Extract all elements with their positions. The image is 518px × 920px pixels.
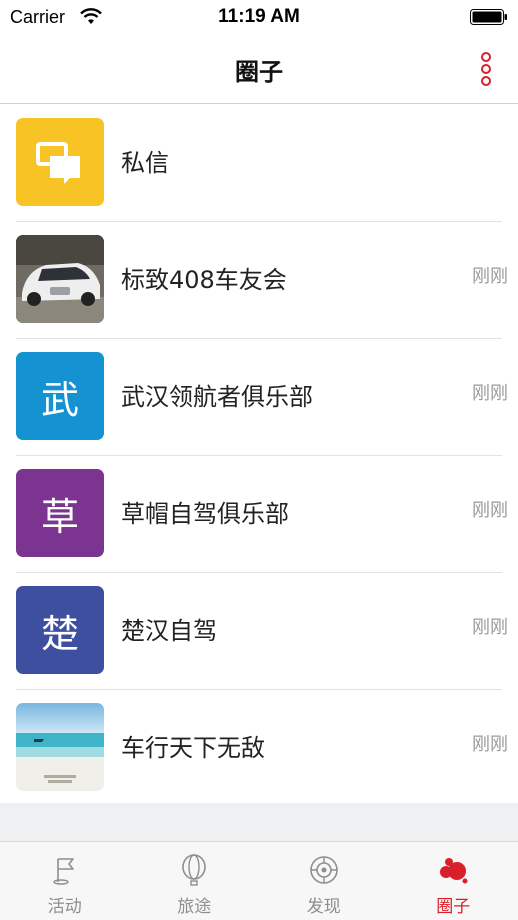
- letter-avatar: 武: [16, 352, 104, 440]
- beach-photo-avatar: [16, 703, 104, 791]
- tab-discover[interactable]: 发现: [259, 842, 389, 920]
- list-item-title: 标致408车友会: [121, 266, 287, 294]
- navigation-bar: 圈子: [0, 34, 518, 104]
- status-bar: Carrier 11:19 AM: [0, 0, 518, 34]
- list-item-time: 刚刚: [472, 266, 508, 287]
- avatar-letter: 楚: [40, 611, 79, 656]
- letter-avatar: 草: [16, 469, 104, 557]
- tab-label: 圈子: [436, 897, 471, 917]
- list-item-private-message[interactable]: 私信: [0, 105, 518, 222]
- list-item-title: 楚汉自驾: [121, 617, 217, 645]
- message-avatar: [16, 118, 104, 206]
- list-item-title: 私信: [121, 149, 169, 177]
- flag-icon: [53, 858, 74, 885]
- list-item-peugeot-408[interactable]: 标致408车友会 刚刚: [0, 222, 518, 339]
- tab-activities[interactable]: 活动: [0, 842, 130, 920]
- list-item-invincible-drive[interactable]: 车行天下无敌 刚刚: [0, 690, 518, 807]
- tab-label: 旅途: [177, 897, 212, 917]
- car-photo-avatar: [16, 235, 104, 323]
- list-item-title: 车行天下无敌: [121, 734, 265, 762]
- tab-label: 活动: [47, 897, 82, 917]
- list-item-chuhan-drive[interactable]: 楚 楚汉自驾 刚刚: [0, 573, 518, 690]
- list-item-time: 刚刚: [472, 500, 508, 521]
- balloon-icon: [182, 854, 207, 886]
- page-title: 圈子: [235, 58, 283, 86]
- avatar-letter: 武: [40, 377, 79, 422]
- circle-list: 私信 标致408车友会 刚刚 武 武汉领航者俱乐部 刚刚 草 草帽自驾俱乐部 刚…: [0, 105, 518, 807]
- status-time: 11:19 AM: [218, 6, 300, 27]
- list-footer-spacer: [0, 803, 518, 841]
- tab-journey[interactable]: 旅途: [130, 842, 260, 920]
- list-item-caomao-club[interactable]: 草 草帽自驾俱乐部 刚刚: [0, 456, 518, 573]
- list-item-time: 刚刚: [472, 734, 508, 755]
- letter-avatar: 楚: [16, 586, 104, 674]
- list-item-time: 刚刚: [472, 617, 508, 638]
- tab-bar: 活动 旅途 发现 圈子: [0, 841, 518, 920]
- tab-circles[interactable]: 圈子: [389, 842, 518, 920]
- list-item-title: 草帽自驾俱乐部: [121, 500, 289, 528]
- list-item-time: 刚刚: [472, 383, 508, 404]
- list-item-title: 武汉领航者俱乐部: [121, 383, 313, 411]
- message-icon: [36, 142, 80, 184]
- avatar-letter: 草: [40, 494, 79, 539]
- list-item-wuhan-club[interactable]: 武 武汉领航者俱乐部 刚刚: [0, 339, 518, 456]
- more-vertical-icon[interactable]: [478, 51, 494, 87]
- battery-icon: [470, 9, 507, 25]
- circle-group-icon: [440, 858, 468, 884]
- tab-label: 发现: [306, 897, 341, 917]
- compass-icon: [309, 856, 338, 884]
